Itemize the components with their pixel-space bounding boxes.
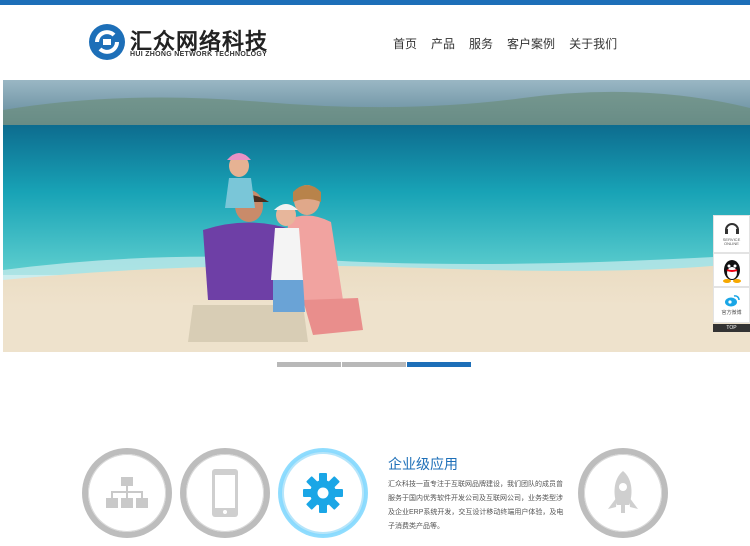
headset-icon [724,223,739,234]
nav-item-products[interactable]: 产品 [431,35,455,55]
gear-icon [303,473,343,513]
qq-contact-button[interactable] [713,253,750,287]
feature-circle-sitemap[interactable] [82,448,172,538]
service-label-2: ONLINE [724,241,739,246]
slide-dot-1[interactable] [277,362,341,367]
feature-circle-mobile[interactable] [180,448,270,538]
rocket-icon [608,471,638,513]
floating-sidebar: SERVICE ONLINE 官方微博 [713,215,750,332]
nav-item-cases[interactable]: 客户案例 [507,35,555,55]
hero-banner-image[interactable] [3,80,750,352]
feature-description: 汇众科技一直专注于互联网品牌建设，我们团队的成员曾服务于国内优秀软件开发公司及互… [388,481,564,530]
feature-circle-rocket[interactable] [578,448,668,538]
logo-mark-icon [89,24,125,60]
feature-description-panel: 企业级应用 汇众科技一直专注于互联网品牌建设，我们团队的成员曾服务于国内优秀软件… [388,454,568,534]
back-to-top-button[interactable]: TOP [713,324,750,332]
slide-dot-3-active[interactable] [407,362,471,367]
sitemap-icon [106,477,148,508]
nav-item-home[interactable]: 首页 [393,35,417,55]
weibo-label: 官方微博 [721,310,742,316]
nav-item-about[interactable]: 关于我们 [569,35,617,55]
qq-penguin-icon [722,260,741,283]
feature-circle-gear-active[interactable] [278,448,368,538]
online-service-button[interactable]: SERVICE ONLINE [713,215,750,253]
weibo-button[interactable]: 官方微博 [713,287,750,323]
beach-family-photo [3,80,750,352]
brand-name-en: HUI ZHONG NETWORK TECHNOLOGY [130,51,268,58]
mobile-icon [212,469,238,517]
slider-indicators [277,362,471,367]
brand-logo[interactable]: 汇众网络科技 HUI ZHONG NETWORK TECHNOLOGY [88,23,288,63]
feature-title: 企业级应用 [388,456,458,472]
site-header: 汇众网络科技 HUI ZHONG NETWORK TECHNOLOGY 首页 产… [0,5,750,80]
weibo-icon [724,295,740,307]
nav-item-services[interactable]: 服务 [469,35,493,55]
slide-dot-2[interactable] [342,362,406,367]
main-nav: 首页 产品 服务 客户案例 关于我们 [386,35,624,55]
